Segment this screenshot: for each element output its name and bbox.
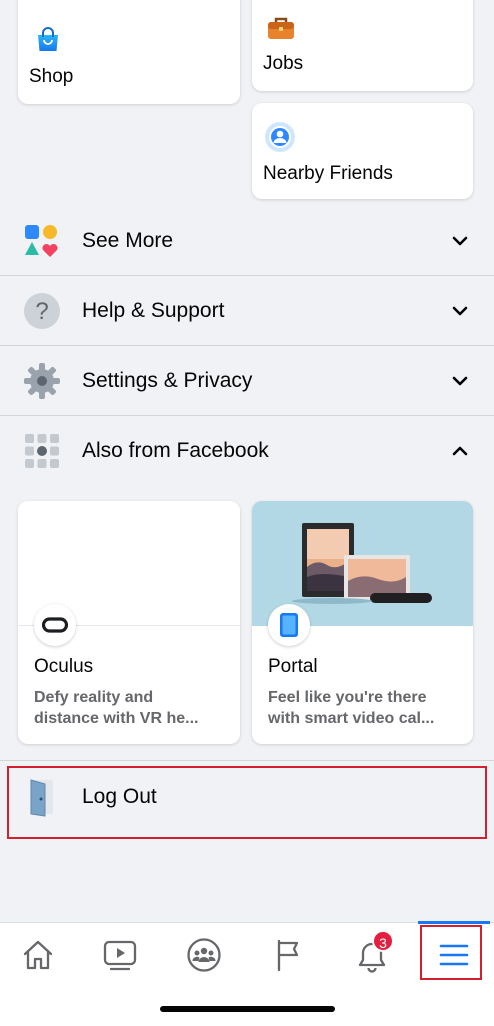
notifications-bell-icon: 3 <box>355 930 394 975</box>
chevron-up-icon <box>450 441 470 461</box>
also-from-facebook-grid-icon <box>22 431 62 471</box>
see-more-label: See More <box>82 229 174 252</box>
help-support-row[interactable]: ? Help & Support <box>0 276 494 346</box>
see-more-row[interactable]: See More <box>0 206 494 276</box>
active-tab-indicator <box>418 921 490 924</box>
jobs-shortcut-card[interactable]: Jobs <box>252 0 473 91</box>
settings-privacy-row[interactable]: Settings & Privacy <box>0 346 494 416</box>
logout-highlight-box <box>7 766 487 839</box>
nearby-friends-icon <box>264 121 296 153</box>
divider <box>0 760 494 761</box>
portal-title: Portal <box>268 656 318 677</box>
oculus-description: Defy reality and distance with VR he... <box>34 689 199 727</box>
help-question-icon: ? <box>22 291 62 331</box>
chevron-down-icon <box>450 371 470 391</box>
tab-groups[interactable] <box>174 929 234 985</box>
menu-tab-highlight-box <box>420 925 482 980</box>
home-indicator-bar <box>160 1006 335 1012</box>
tab-notifications[interactable]: 3 <box>342 929 402 985</box>
tab-pages[interactable] <box>258 929 318 985</box>
home-icon <box>21 938 55 977</box>
settings-privacy-label: Settings & Privacy <box>82 369 253 392</box>
portal-card[interactable]: Portal Feel like you're there with smart… <box>252 501 473 744</box>
oculus-logo-icon <box>34 604 76 646</box>
pages-flag-icon <box>273 937 303 978</box>
portal-logo-icon <box>268 604 310 646</box>
settings-gear-icon <box>22 361 62 401</box>
jobs-briefcase-icon <box>266 14 296 42</box>
watch-video-icon <box>102 938 138 977</box>
tab-watch[interactable] <box>90 929 150 985</box>
svg-text:?: ? <box>35 298 48 325</box>
nearby-friends-label: Nearby Friends <box>263 163 393 184</box>
chevron-down-icon <box>450 301 470 321</box>
nearby-friends-shortcut-card[interactable]: Nearby Friends <box>252 103 473 199</box>
shop-shortcut-card[interactable]: Shop <box>18 0 240 104</box>
shop-icon <box>34 26 62 54</box>
notification-count-badge: 3 <box>372 930 394 952</box>
jobs-label: Jobs <box>263 53 304 74</box>
see-more-icon <box>22 221 62 261</box>
also-from-facebook-row[interactable]: Also from Facebook <box>0 416 494 486</box>
oculus-card[interactable]: Oculus Defy reality and distance with VR… <box>18 501 240 744</box>
portal-description: Feel like you're there with smart video … <box>268 689 435 727</box>
shop-label: Shop <box>29 66 74 87</box>
help-support-label: Help & Support <box>82 299 225 322</box>
groups-icon <box>186 937 222 978</box>
oculus-title: Oculus <box>34 656 94 677</box>
tab-home[interactable] <box>8 929 68 985</box>
chevron-down-icon <box>450 231 470 251</box>
also-from-facebook-label: Also from Facebook <box>82 439 269 462</box>
